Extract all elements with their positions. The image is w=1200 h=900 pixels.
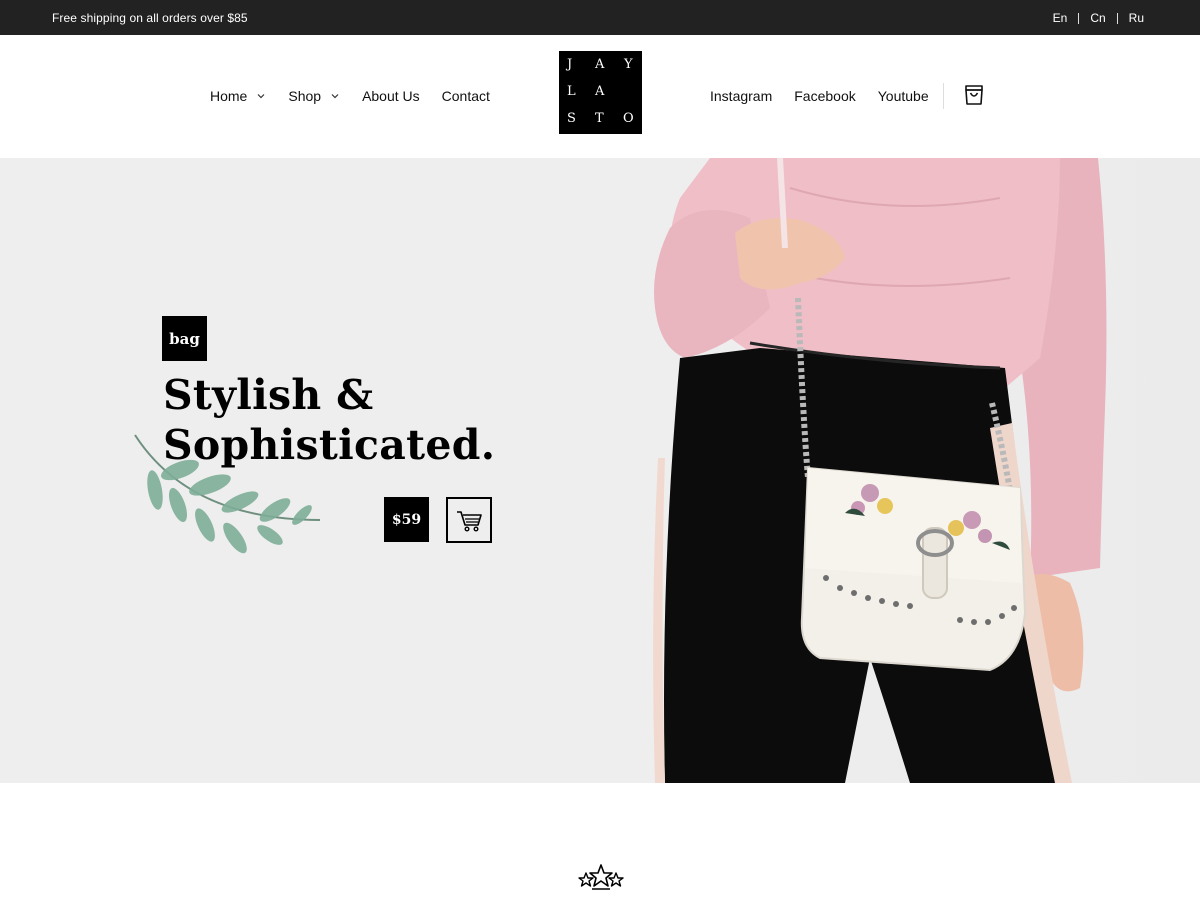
hero-headline-line1: Stylish & (163, 371, 374, 419)
free-shipping-text: Free shipping on all orders over $85 (52, 11, 248, 25)
hero-headline: Stylish & Sophisticated. (163, 370, 523, 470)
logo-letter: L (567, 84, 576, 99)
category-tag[interactable]: bag (162, 316, 207, 361)
site-header: Home Shop About Us Contact J A Y L A S T… (0, 35, 1200, 158)
shopping-bag-icon[interactable] (963, 82, 985, 106)
language-ru[interactable]: Ru (1129, 11, 1144, 25)
hero-banner: bag Stylish & Sophisticated. $59 (0, 158, 1200, 783)
language-en[interactable]: En (1053, 11, 1068, 25)
cart-icon (457, 511, 482, 532)
nav-youtube[interactable]: Youtube (878, 88, 929, 104)
hero-headline-line2: Sophisticated. (163, 421, 496, 469)
language-divider (1078, 12, 1080, 24)
nav-about-us-label: About Us (362, 88, 420, 104)
logo-letter: A (595, 84, 605, 99)
nav-home-label: Home (210, 88, 248, 104)
language-cn[interactable]: Cn (1090, 11, 1105, 25)
hero-model-image (653, 158, 1107, 783)
logo-letter: Y (624, 57, 633, 72)
logo-letter: O (623, 111, 634, 126)
top-bar: Free shipping on all orders over $85 En … (0, 0, 1200, 35)
nav-contact-label: Contact (441, 88, 490, 104)
nav-instagram[interactable]: Instagram (710, 88, 772, 104)
language-switcher: En Cn Ru (1053, 11, 1144, 25)
header-divider (943, 83, 944, 109)
chevron-down-icon (331, 94, 339, 99)
nav-shop[interactable]: Shop (288, 88, 340, 104)
nav-facebook[interactable]: Facebook (794, 88, 855, 104)
main-nav: Home Shop About Us Contact (210, 88, 512, 104)
social-nav: Instagram Facebook Youtube (710, 88, 951, 104)
logo-letter: J (567, 57, 573, 72)
nav-contact[interactable]: Contact (442, 88, 490, 104)
chevron-down-icon (257, 94, 265, 99)
price-badge: $59 (384, 497, 429, 542)
add-to-cart-button[interactable] (446, 497, 492, 543)
logo-letter: A (595, 57, 605, 72)
logo-letter: T (595, 111, 604, 126)
language-divider (1116, 12, 1118, 24)
nav-shop-label: Shop (288, 88, 322, 104)
brand-logo[interactable]: J A Y L A S T O (559, 51, 642, 134)
nav-home[interactable]: Home (210, 88, 266, 104)
logo-letter: S (567, 111, 576, 126)
stars-icon (578, 864, 624, 890)
nav-about-us[interactable]: About Us (362, 88, 420, 104)
